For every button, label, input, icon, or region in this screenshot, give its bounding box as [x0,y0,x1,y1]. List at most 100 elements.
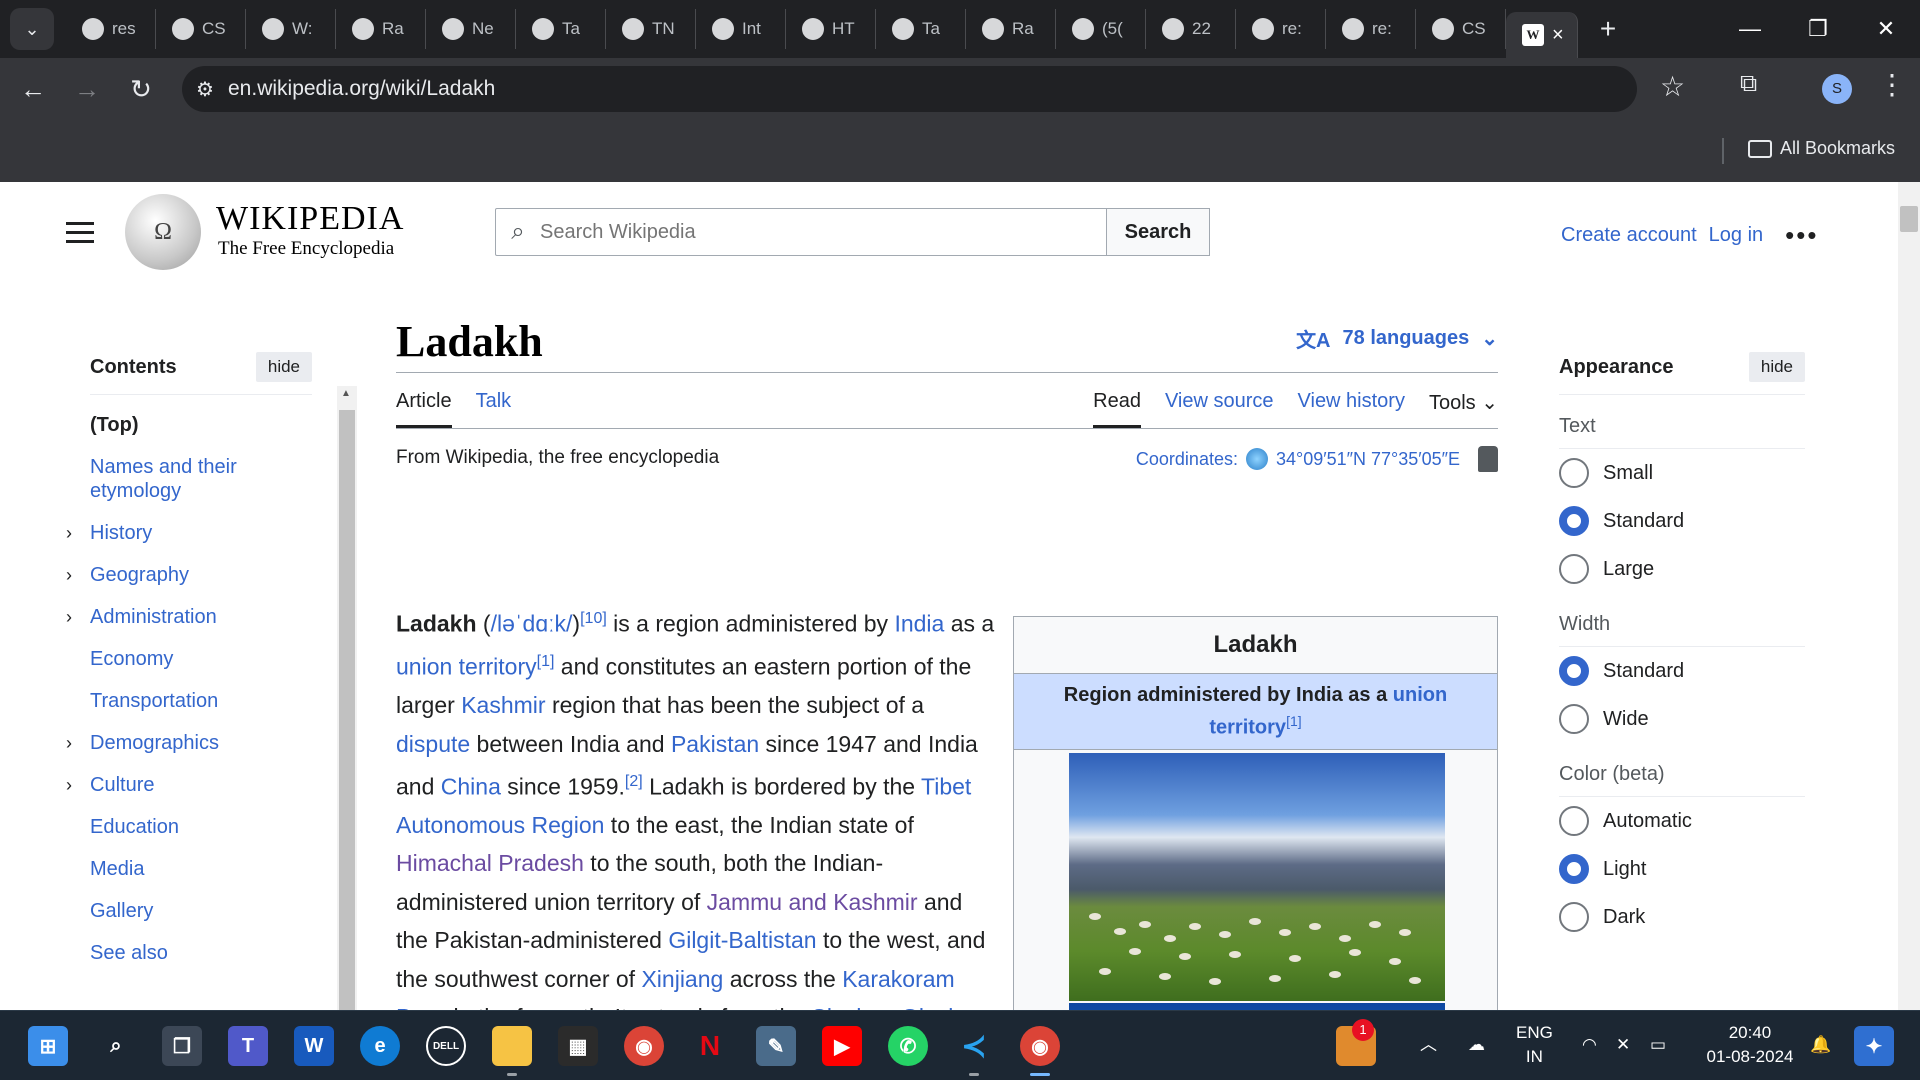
toc-item[interactable]: See also [90,941,312,965]
restore-icon[interactable]: ❐ [1784,16,1852,42]
new-tab-button[interactable]: + [1588,13,1628,45]
toc-hide-button[interactable]: hide [255,352,312,382]
profile-avatar[interactable]: S [1822,74,1852,104]
browser-tab[interactable]: Ta [516,9,606,49]
show-hidden-icons[interactable]: ︿ [1420,1033,1437,1057]
chrome-profile-icon[interactable]: ◉ [1020,1026,1060,1066]
close-window-icon[interactable]: ✕ [1852,16,1920,42]
radio-option[interactable]: Wide [1559,695,1805,743]
globe-icon[interactable] [1245,448,1268,470]
tab-read[interactable]: Read [1093,390,1141,428]
youtube-icon[interactable]: ▶ [822,1026,862,1066]
url-text[interactable]: en.wikipedia.org/wiki/Ladakh [228,77,495,101]
store-icon[interactable]: ▦ [558,1026,598,1066]
toc-item[interactable]: Names and their etymology [90,455,312,503]
wikipedia-wordmark[interactable]: WIKIPEDIA [216,200,404,238]
chevron-right-icon[interactable]: › [66,731,72,755]
radio-button[interactable] [1559,902,1589,932]
mute-icon[interactable]: ✕ [1616,1033,1630,1057]
toc-item[interactable]: Media [90,857,312,881]
coordinates-label[interactable]: Coordinates: [1136,449,1238,470]
taskbar-search-icon[interactable]: ⌕ [96,1026,136,1066]
task-view-icon[interactable]: ❐ [162,1026,202,1066]
browser-tab[interactable]: TN [606,9,696,49]
tab-active[interactable]: W × [1506,12,1578,58]
tab-search-button[interactable]: ⌄ [10,8,54,50]
reload-icon[interactable]: ↻ [114,74,168,105]
site-info-icon[interactable]: ⚙ [182,77,228,102]
toc-item[interactable]: › Administration [66,605,312,629]
close-tab-icon[interactable]: × [1552,24,1564,47]
page-scroll-thumb[interactable] [1900,206,1918,232]
toc-item[interactable]: › Culture [66,773,312,797]
create-account-link[interactable]: Create account [1561,224,1697,247]
file-explorer-icon[interactable] [492,1026,532,1066]
back-icon[interactable]: ← [6,74,60,105]
toc-scroll-thumb[interactable] [339,410,355,1010]
browser-tab[interactable]: CS [1416,9,1506,49]
tools-menu[interactable]: Tools ⌄ [1429,390,1498,428]
browser-tab[interactable]: Ra [966,9,1056,49]
toc-item[interactable]: (Top) [90,413,312,437]
coordinates-value[interactable]: 34°09′51″N 77°35′05″E [1276,449,1460,470]
browser-tab[interactable]: res [66,9,156,49]
browser-tab[interactable]: re: [1326,9,1416,49]
word-icon[interactable]: W [294,1026,334,1066]
battery-icon[interactable]: ▭ [1650,1033,1666,1057]
language-indicator[interactable]: ENG IN [1516,1021,1553,1069]
appearance-hide-button[interactable]: hide [1748,352,1805,382]
start-icon[interactable]: ⊞ [28,1026,68,1066]
toc-item[interactable]: › History [66,521,312,545]
extensions-icon[interactable]: ⧉ [1740,70,1757,98]
lake-photo[interactable] [1069,1003,1445,1010]
browser-tab[interactable]: Int [696,9,786,49]
radio-button[interactable] [1559,554,1589,584]
clock[interactable]: 20:40 01-08-2024 [1700,1021,1800,1069]
chevron-right-icon[interactable]: › [66,563,72,587]
radio-button[interactable] [1559,854,1589,884]
radio-option[interactable]: Standard [1559,497,1805,545]
toc-item[interactable]: Transportation [90,689,312,713]
search-button[interactable]: Search [1106,208,1210,256]
chrome-menu-icon[interactable]: ⋮ [1878,68,1906,101]
radio-option[interactable]: Automatic [1559,797,1805,845]
toc-item[interactable]: Education [90,815,312,839]
main-menu-icon[interactable] [66,222,94,249]
radio-button[interactable] [1559,806,1589,836]
toc-scrollbar[interactable]: ▲ [337,386,357,1010]
wikipedia-globe-logo[interactable]: Ω [125,194,201,270]
browser-tab[interactable]: Ne [426,9,516,49]
all-bookmarks-button[interactable]: All Bookmarks [1748,138,1895,159]
valley-photo[interactable] [1069,753,1445,1001]
tab-view-history[interactable]: View history [1298,390,1405,428]
page-scrollbar[interactable] [1898,182,1920,1010]
browser-tab[interactable]: HT [786,9,876,49]
toc-item[interactable]: Gallery [90,899,312,923]
browser-tab[interactable]: Ta [876,9,966,49]
netflix-icon[interactable]: N [690,1026,730,1066]
toc-item[interactable]: › Geography [66,563,312,587]
scroll-up-icon[interactable]: ▲ [341,388,351,399]
chrome-icon[interactable]: ◉ [624,1026,664,1066]
browser-tab[interactable]: re: [1236,9,1326,49]
app-icon[interactable]: ✎ [756,1026,796,1066]
browser-tab[interactable]: CS [156,9,246,49]
radio-option[interactable]: Large [1559,545,1805,593]
minimize-icon[interactable]: — [1716,16,1784,42]
radio-button[interactable] [1559,704,1589,734]
tab-talk[interactable]: Talk [476,390,512,428]
copilot-icon[interactable]: ✦ [1854,1026,1894,1066]
search-input[interactable] [540,220,1080,244]
radio-button[interactable] [1559,506,1589,536]
whatsapp-icon[interactable]: ✆ [888,1026,928,1066]
radio-option[interactable]: Dark [1559,893,1805,941]
chevron-right-icon[interactable]: › [66,521,72,545]
toc-item[interactable]: Economy [90,647,312,671]
radio-button[interactable] [1559,656,1589,686]
edge-icon[interactable]: e [360,1026,400,1066]
tab-view-source[interactable]: View source [1165,390,1274,428]
language-button[interactable]: 文A 78 languages ⌄ [1296,324,1498,353]
toc-item[interactable]: › Demographics [66,731,312,755]
onedrive-icon[interactable]: ☁ [1468,1033,1485,1057]
wifi-icon[interactable]: ◠ [1582,1033,1597,1057]
